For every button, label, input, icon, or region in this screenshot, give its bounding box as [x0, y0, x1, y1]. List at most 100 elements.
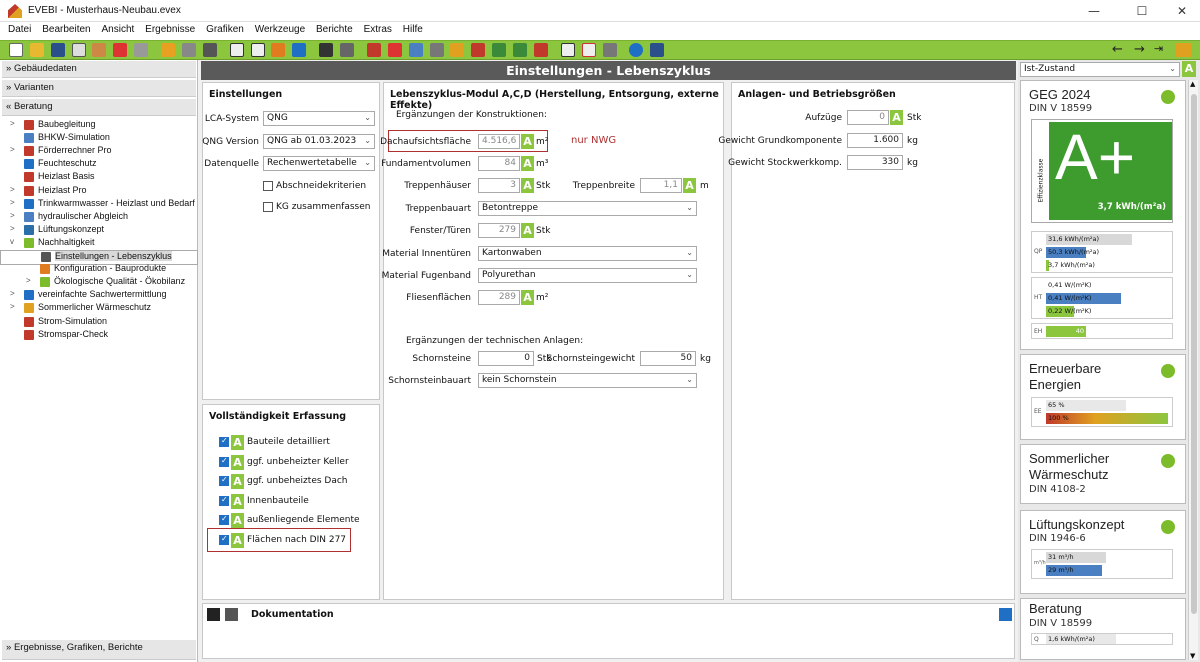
datenquelle-select[interactable]: Rechenwertetabelle ⌄ — [263, 156, 375, 171]
save-icon[interactable] — [207, 608, 220, 621]
menu-werkzeuge[interactable]: Werkzeuge — [251, 22, 309, 37]
table-icon[interactable] — [581, 43, 596, 57]
dach-input[interactable]: 4.516,6 — [478, 134, 520, 149]
auto-a-button[interactable]: A — [683, 178, 696, 193]
house-icon[interactable] — [492, 43, 507, 57]
auto-a-button[interactable]: A — [231, 454, 244, 470]
cap-icon[interactable] — [366, 43, 381, 57]
fenster-input[interactable]: 279 — [478, 223, 520, 238]
fugen-select[interactable]: Polyurethan ⌄ — [478, 268, 697, 283]
menu-hilfe[interactable]: Hilfe — [399, 22, 427, 37]
tree-item[interactable]: > Ökologische Qualität - Ökobilanz — [0, 276, 198, 289]
vollst-checkbox[interactable] — [219, 514, 229, 526]
section-gebaeudedaten[interactable]: » Gebäudedaten — [2, 61, 196, 78]
section-beratung[interactable]: « Beratung — [2, 99, 196, 116]
bauart-select[interactable]: Betontreppe ⌄ — [478, 201, 697, 216]
sw-input[interactable]: 330 — [847, 155, 903, 170]
kg-checkbox[interactable] — [263, 202, 273, 212]
fund-input[interactable]: 84 — [478, 156, 520, 171]
tree-item[interactable]: BHKW-Simulation — [0, 132, 198, 145]
section-varianten[interactable]: » Varianten — [2, 80, 196, 97]
chevron-right-icon[interactable]: > — [10, 145, 18, 154]
plug-icon[interactable] — [471, 43, 486, 57]
minimize-button[interactable]: — — [1074, 2, 1114, 20]
beratung-card[interactable]: Beratung DIN V 18599 Q 1,6 kWh/(m²a) — [1020, 598, 1186, 660]
flame-icon[interactable] — [450, 43, 465, 57]
chevron-right-icon[interactable]: > — [10, 119, 18, 128]
graph-icon[interactable] — [1176, 43, 1192, 57]
chevron-right-icon[interactable]: > — [10, 185, 18, 194]
notes-icon[interactable] — [225, 608, 238, 621]
vollst-checkbox[interactable] — [219, 436, 229, 447]
lightning-icon[interactable] — [533, 43, 548, 57]
zustand-select[interactable]: Ist-Zustand ⌄ — [1020, 62, 1180, 77]
auto-a-button[interactable]: A — [521, 290, 534, 305]
chevron-right-icon[interactable]: > — [26, 276, 34, 285]
grid-icon[interactable] — [250, 43, 265, 57]
tree-item[interactable]: v Nachhaltigkeit — [0, 237, 198, 250]
auto-a-button[interactable]: A — [231, 493, 244, 509]
gk-input[interactable]: 1.600 — [847, 133, 903, 148]
vollst-checkbox[interactable] — [219, 456, 229, 467]
undo-icon[interactable] — [161, 43, 175, 57]
auto-a-button[interactable]: A — [521, 223, 534, 238]
calc-icon[interactable] — [560, 43, 575, 57]
import-icon[interactable] — [92, 43, 107, 57]
save-icon[interactable] — [50, 43, 65, 57]
tree-item[interactable]: Konfiguration - Bauprodukte — [0, 263, 198, 276]
edit-icon[interactable] — [999, 608, 1012, 621]
doc-blue-icon[interactable] — [408, 43, 423, 57]
auto-a-button[interactable]: A — [521, 156, 534, 171]
chevron-right-icon[interactable]: > — [10, 302, 18, 311]
sbau-select[interactable]: kein Schornstein ⌄ — [478, 373, 697, 388]
gear-icon[interactable] — [429, 43, 444, 57]
copy-icon[interactable] — [71, 43, 86, 57]
close-button[interactable]: ✕ — [1162, 2, 1200, 20]
export-icon[interactable] — [113, 43, 128, 57]
tree-item[interactable]: > Heizlast Pro — [0, 185, 198, 198]
geg-card[interactable]: GEG 2024 DIN V 18599 Effizienzklasse A+ … — [1020, 80, 1186, 350]
auto-a-button[interactable]: A — [231, 435, 244, 450]
maximize-button[interactable]: ☐ — [1122, 2, 1162, 20]
doc-red-icon[interactable] — [387, 43, 402, 57]
tree-item[interactable]: > Sommerlicher Wärmeschutz — [0, 302, 198, 315]
menu-extras[interactable]: Extras — [360, 22, 396, 37]
sum-blue-icon[interactable] — [292, 43, 307, 57]
auto-a-button[interactable]: A — [890, 110, 903, 125]
menu-bearbeiten[interactable]: Bearbeiten — [38, 22, 94, 37]
jump-icon[interactable]: ⇥ — [1154, 42, 1163, 55]
redo-icon[interactable] — [181, 43, 196, 57]
chevron-right-icon[interactable]: > — [10, 211, 18, 220]
scroll-up-icon[interactable]: ▲ — [1190, 80, 1195, 88]
ee-card[interactable]: Erneuerbare Energien EE 65 % 100 % — [1020, 354, 1186, 440]
menu-datei[interactable]: Datei — [4, 22, 35, 37]
chart-icon[interactable] — [319, 43, 334, 57]
scroll-thumb[interactable] — [1191, 94, 1197, 614]
cycle-icon[interactable] — [513, 43, 527, 57]
tree-item[interactable]: > Baubegleitung — [0, 119, 198, 132]
forward-arrow-icon[interactable]: → — [1134, 42, 1145, 57]
sw-card[interactable]: Sommerlicher Wärmeschutz DIN 4108-2 — [1020, 444, 1186, 504]
tree-item[interactable]: > Lüftungskonzept — [0, 224, 198, 237]
qng-select[interactable]: QNG ab 01.03.2023 ⌄ — [263, 134, 375, 149]
report-icon[interactable] — [229, 43, 244, 57]
fliesen-input[interactable]: 289 — [478, 290, 520, 305]
tree-item[interactable]: Heizlast Basis — [0, 171, 198, 184]
lca-select[interactable]: QNG ⌄ — [263, 111, 375, 126]
abschneide-checkbox[interactable] — [263, 181, 273, 191]
open-folder-icon[interactable] — [29, 43, 44, 57]
innen-select[interactable]: Kartonwaben ⌄ — [478, 246, 697, 261]
tree-item[interactable]: > vereinfachte Sachwertermittlung — [0, 289, 198, 302]
scrollbar[interactable]: ▲ ▼ — [1188, 80, 1198, 660]
vollst-checkbox[interactable] — [219, 495, 229, 506]
info-icon[interactable] — [650, 43, 665, 57]
wand-icon[interactable] — [202, 43, 217, 57]
tool-icon[interactable] — [340, 43, 354, 57]
help-icon[interactable] — [629, 43, 644, 57]
new-file-icon[interactable] — [8, 43, 23, 57]
breite-input[interactable]: 1,1 — [640, 178, 682, 193]
trepp-input[interactable]: 3 — [478, 178, 520, 193]
print-icon[interactable] — [602, 43, 617, 57]
chevron-right-icon[interactable]: > — [10, 198, 18, 207]
chevron-down-icon[interactable]: v — [10, 237, 18, 246]
